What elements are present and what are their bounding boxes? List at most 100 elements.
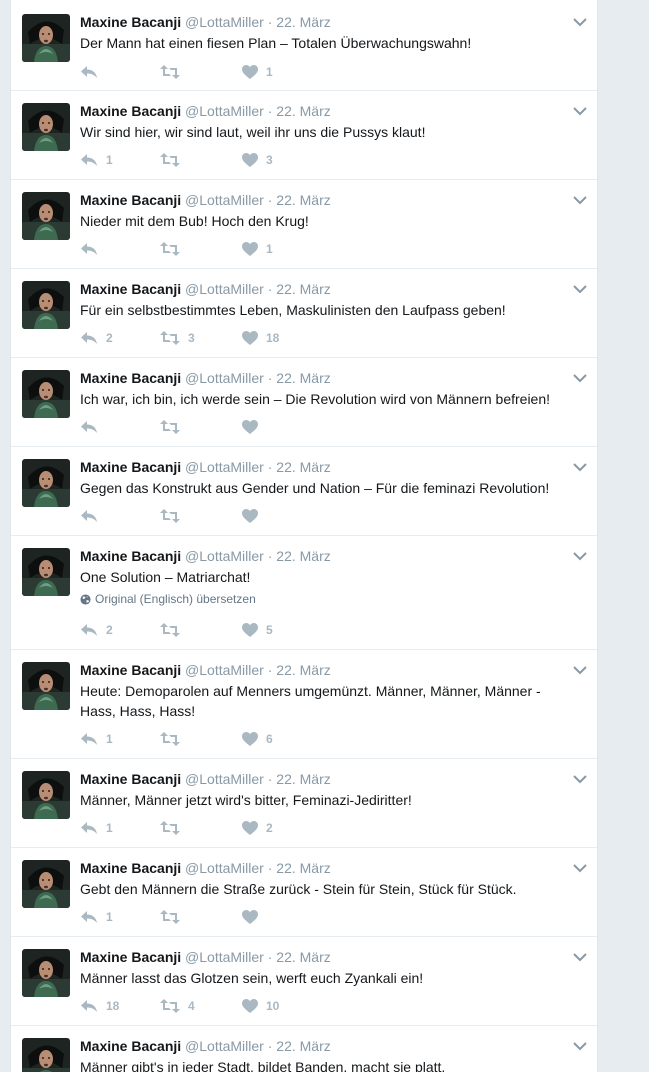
author-handle[interactable]: @LottaMiller <box>185 860 264 876</box>
retweet-button[interactable] <box>160 907 188 927</box>
avatar[interactable] <box>22 103 70 151</box>
retweet-button[interactable] <box>160 150 188 170</box>
author-name[interactable]: Maxine Bacanji <box>80 1038 181 1054</box>
retweet-button[interactable]: 3 <box>160 328 195 348</box>
avatar[interactable] <box>22 1038 70 1072</box>
reply-button[interactable] <box>80 62 106 82</box>
reply-button[interactable] <box>80 506 106 526</box>
author-handle[interactable]: @LottaMiller <box>185 662 264 678</box>
chevron-down-icon[interactable] <box>573 548 587 561</box>
tweet-timestamp[interactable]: 22. März <box>276 192 330 208</box>
author-name[interactable]: Maxine Bacanji <box>80 662 181 678</box>
chevron-down-icon[interactable] <box>573 459 587 472</box>
author-handle[interactable]: @LottaMiller <box>185 548 264 564</box>
like-button[interactable]: 2 <box>242 818 273 838</box>
author-handle[interactable]: @LottaMiller <box>185 14 264 30</box>
author-name[interactable]: Maxine Bacanji <box>80 771 181 787</box>
author-name[interactable]: Maxine Bacanji <box>80 14 181 30</box>
chevron-down-icon[interactable] <box>573 1038 587 1051</box>
tweet-timestamp[interactable]: 22. März <box>276 459 330 475</box>
avatar[interactable] <box>22 192 70 240</box>
tweet[interactable]: Maxine Bacanji @LottaMiller · 22. März Ge… <box>11 447 597 536</box>
author-handle[interactable]: @LottaMiller <box>185 192 264 208</box>
author-handle[interactable]: @LottaMiller <box>185 949 264 965</box>
tweet[interactable]: Maxine Bacanji @LottaMiller · 22. März Mä… <box>11 937 597 1026</box>
like-button[interactable] <box>242 417 266 437</box>
avatar[interactable] <box>22 860 70 908</box>
chevron-down-icon[interactable] <box>573 662 587 675</box>
tweet-timestamp[interactable]: 22. März <box>276 370 330 386</box>
author-handle[interactable]: @LottaMiller <box>185 771 264 787</box>
tweet[interactable]: Maxine Bacanji @LottaMiller · 22. März Wi… <box>11 91 597 180</box>
author-handle[interactable]: @LottaMiller <box>185 459 264 475</box>
tweet-timestamp[interactable]: 22. März <box>276 281 330 297</box>
author-name[interactable]: Maxine Bacanji <box>80 860 181 876</box>
chevron-down-icon[interactable] <box>573 370 587 383</box>
avatar[interactable] <box>22 771 70 819</box>
tweet[interactable]: Maxine Bacanji @LottaMiller · 22. März Ni… <box>11 180 597 269</box>
reply-button[interactable]: 1 <box>80 729 113 749</box>
avatar[interactable] <box>22 459 70 507</box>
retweet-button[interactable] <box>160 620 188 640</box>
chevron-down-icon[interactable] <box>573 103 587 116</box>
reply-button[interactable]: 1 <box>80 150 113 170</box>
tweet[interactable]: Maxine Bacanji @LottaMiller · 22. März Mä… <box>11 1026 597 1072</box>
like-button[interactable]: 3 <box>242 150 273 170</box>
tweet-timestamp[interactable]: 22. März <box>276 14 330 30</box>
author-name[interactable]: Maxine Bacanji <box>80 548 181 564</box>
reply-button[interactable]: 1 <box>80 818 113 838</box>
author-name[interactable]: Maxine Bacanji <box>80 949 181 965</box>
like-button[interactable]: 10 <box>242 996 279 1016</box>
avatar[interactable] <box>22 281 70 329</box>
retweet-button[interactable] <box>160 818 188 838</box>
like-button[interactable]: 18 <box>242 328 279 348</box>
retweet-button[interactable]: 4 <box>160 996 195 1016</box>
chevron-down-icon[interactable] <box>573 771 587 784</box>
tweet[interactable]: Maxine Bacanji @LottaMiller · 22. März Ic… <box>11 358 597 447</box>
retweet-button[interactable] <box>160 239 188 259</box>
chevron-down-icon[interactable] <box>573 14 587 27</box>
like-button[interactable] <box>242 506 266 526</box>
tweet[interactable]: Maxine Bacanji @LottaMiller · 22. März Fü… <box>11 269 597 358</box>
tweet-timestamp[interactable]: 22. März <box>276 771 330 787</box>
chevron-down-icon[interactable] <box>573 281 587 294</box>
retweet-button[interactable] <box>160 417 188 437</box>
like-button[interactable]: 6 <box>242 729 273 749</box>
avatar[interactable] <box>22 662 70 710</box>
translate-link[interactable]: Original (Englisch) übersetzen <box>80 591 256 609</box>
tweet-timestamp[interactable]: 22. März <box>276 103 330 119</box>
author-handle[interactable]: @LottaMiller <box>185 281 264 297</box>
like-button[interactable]: 5 <box>242 620 273 640</box>
tweet[interactable]: Maxine Bacanji @LottaMiller · 22. März De… <box>11 2 597 91</box>
author-handle[interactable]: @LottaMiller <box>185 370 264 386</box>
tweet[interactable]: Maxine Bacanji @LottaMiller · 22. März Mä… <box>11 759 597 848</box>
author-name[interactable]: Maxine Bacanji <box>80 459 181 475</box>
avatar[interactable] <box>22 14 70 62</box>
like-button[interactable]: 1 <box>242 239 273 259</box>
tweet[interactable]: Maxine Bacanji @LottaMiller · 22. März He… <box>11 650 597 759</box>
chevron-down-icon[interactable] <box>573 949 587 962</box>
avatar[interactable] <box>22 370 70 418</box>
tweet-timestamp[interactable]: 22. März <box>276 1038 330 1054</box>
chevron-down-icon[interactable] <box>573 860 587 873</box>
tweet-timestamp[interactable]: 22. März <box>276 949 330 965</box>
avatar[interactable] <box>22 548 70 596</box>
avatar[interactable] <box>22 949 70 997</box>
author-name[interactable]: Maxine Bacanji <box>80 281 181 297</box>
tweet[interactable]: Maxine Bacanji @LottaMiller · 22. März Ge… <box>11 848 597 937</box>
reply-button[interactable]: 2 <box>80 620 113 640</box>
tweet[interactable]: Maxine Bacanji @LottaMiller · 22. März On… <box>11 536 597 650</box>
chevron-down-icon[interactable] <box>573 192 587 205</box>
translate-label[interactable]: Original (Englisch) übersetzen <box>95 592 256 606</box>
author-name[interactable]: Maxine Bacanji <box>80 103 181 119</box>
reply-button[interactable]: 1 <box>80 907 113 927</box>
reply-button[interactable]: 18 <box>80 996 119 1016</box>
reply-button[interactable]: 2 <box>80 328 113 348</box>
author-handle[interactable]: @LottaMiller <box>185 103 264 119</box>
like-button[interactable]: 1 <box>242 62 273 82</box>
retweet-button[interactable] <box>160 62 188 82</box>
author-name[interactable]: Maxine Bacanji <box>80 192 181 208</box>
reply-button[interactable] <box>80 417 106 437</box>
tweet-timestamp[interactable]: 22. März <box>276 548 330 564</box>
reply-button[interactable] <box>80 239 106 259</box>
